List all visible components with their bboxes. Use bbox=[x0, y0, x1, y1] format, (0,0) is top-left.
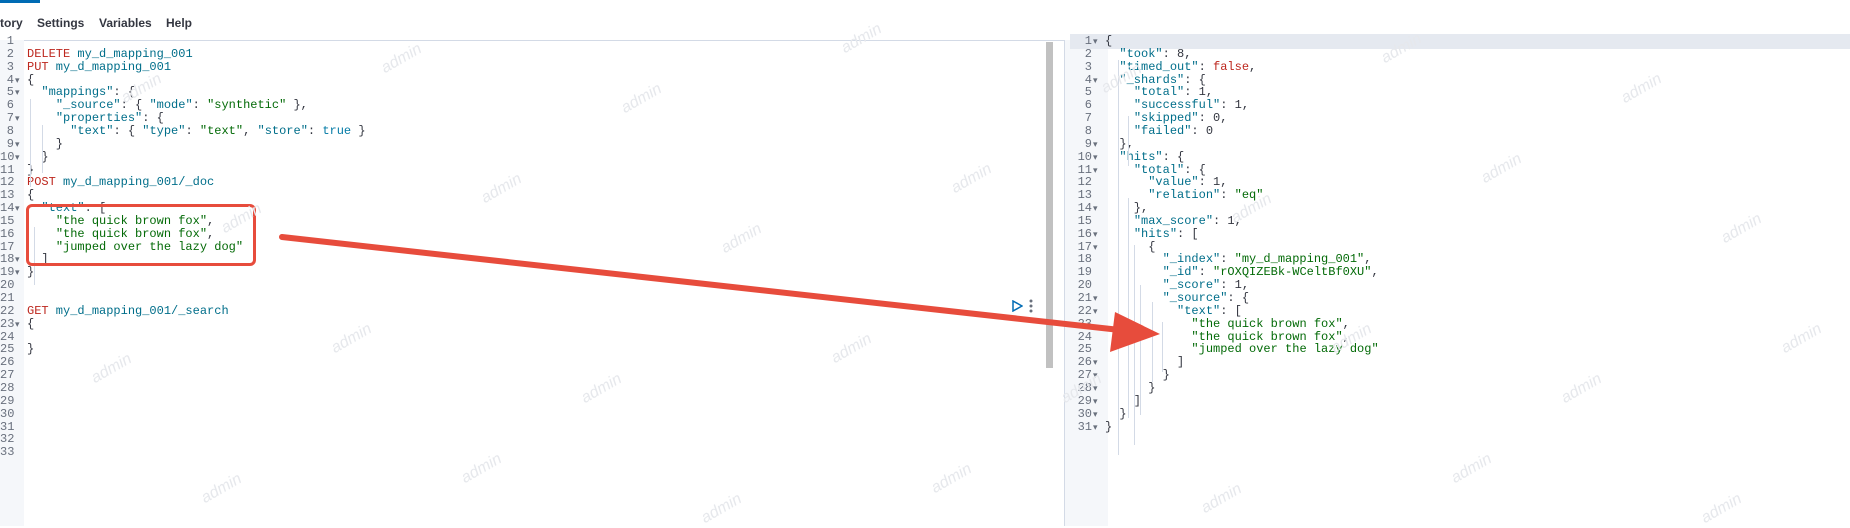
annotation-arrow bbox=[279, 234, 1160, 352]
